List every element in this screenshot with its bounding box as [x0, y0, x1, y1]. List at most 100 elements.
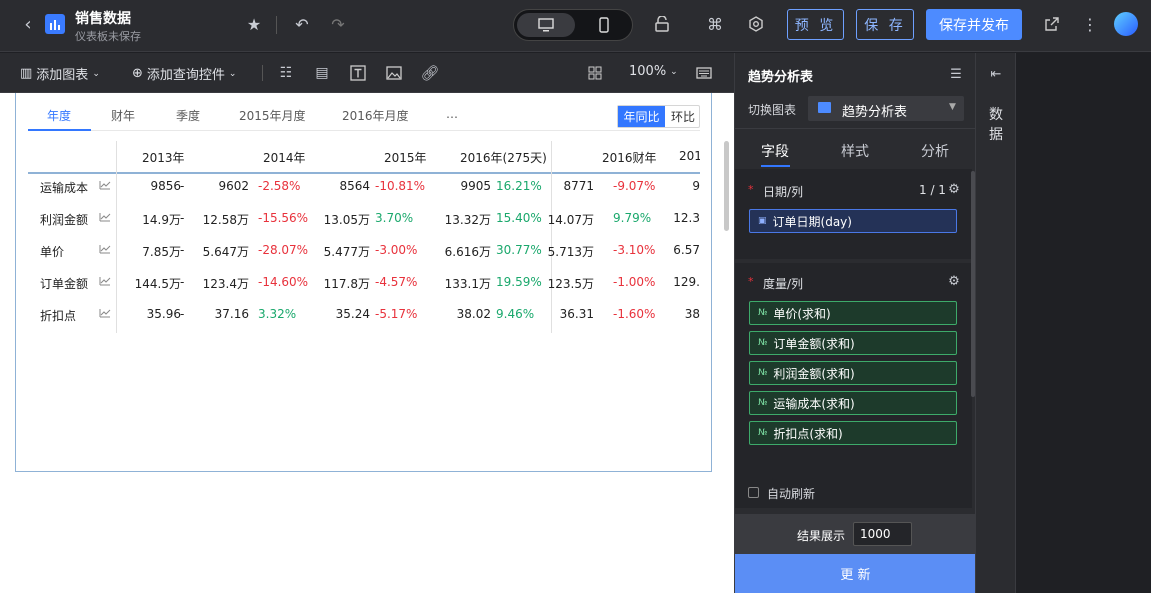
- value-cell: 5.477万: [323, 245, 370, 259]
- data-tab[interactable]: 数据: [989, 105, 1005, 145]
- add-chart-button[interactable]: ▥ 添加图表 ⌄: [20, 64, 100, 83]
- add-chart-label: 添加图表: [36, 68, 89, 83]
- active-tab-underline: [28, 129, 91, 131]
- value-cell: 38.02: [456, 307, 491, 321]
- tab-style[interactable]: 样式: [841, 141, 869, 161]
- column-header: 201: [679, 149, 700, 163]
- change-cell: 15.40%: [496, 211, 542, 225]
- mobile-view-button[interactable]: [578, 13, 630, 37]
- frozen-column-divider: [116, 141, 117, 333]
- measure-field-chip[interactable]: № 单价(求和): [749, 301, 957, 325]
- update-button[interactable]: 更 新: [735, 554, 976, 593]
- image-icon[interactable]: [384, 63, 404, 83]
- row-label: 利润金额: [40, 213, 89, 227]
- lock-icon[interactable]: [652, 14, 672, 34]
- collapse-panel-icon[interactable]: ☰: [947, 65, 965, 83]
- filter-control-icon[interactable]: ☷: [276, 63, 296, 83]
- trend-line-icon[interactable]: [99, 308, 111, 321]
- tab-more[interactable]: …: [446, 107, 458, 121]
- measure-field-chip[interactable]: № 订单金额(求和): [749, 331, 957, 355]
- add-query-control-button[interactable]: ⊕ 添加查询控件 ⌄: [132, 64, 236, 83]
- save-publish-button[interactable]: 保存并发布: [926, 9, 1022, 40]
- auto-refresh-label: 自动刷新: [767, 487, 816, 501]
- measure-field-chip[interactable]: № 利润金额(求和): [749, 361, 957, 385]
- tab-quarter[interactable]: 季度: [176, 107, 200, 124]
- date-settings-icon[interactable]: ⚙: [946, 181, 962, 197]
- value-cell: 8771: [563, 179, 594, 193]
- theme-icon[interactable]: ⌘: [705, 14, 725, 34]
- trend-line-icon[interactable]: [99, 244, 111, 257]
- chevron-down-icon: ⌄: [92, 68, 100, 79]
- zoom-select[interactable]: 100% ⌄: [629, 64, 678, 79]
- chart-type-select[interactable]: 趋势分析表 ▼: [808, 96, 964, 121]
- trend-line-icon[interactable]: [99, 180, 111, 193]
- value-cell: 14.9万: [142, 213, 181, 227]
- redo-icon[interactable]: ↷: [328, 14, 348, 34]
- desktop-view-button[interactable]: [517, 13, 575, 37]
- external-link-icon[interactable]: [1042, 14, 1062, 34]
- tab-2015-monthly[interactable]: 2015年月度: [239, 107, 306, 124]
- change-cell: 3.32%: [258, 307, 297, 321]
- star-icon[interactable]: ★: [244, 14, 264, 34]
- tab-fields[interactable]: 字段: [761, 141, 789, 161]
- trend-line-icon[interactable]: [99, 212, 111, 225]
- tab-component-icon[interactable]: ▤: [312, 63, 332, 83]
- value-cell: 5.647万: [202, 245, 249, 259]
- app-logo-icon: [45, 14, 65, 34]
- panel-title: 趋势分析表: [748, 70, 814, 85]
- no-change-cell: -: [180, 243, 185, 257]
- back-icon[interactable]: ‹: [18, 14, 38, 35]
- change-cell: -14.60%: [258, 275, 309, 289]
- outdent-icon[interactable]: ⇤: [987, 65, 1005, 83]
- value-cell: 37.16: [214, 307, 249, 321]
- result-count-input[interactable]: 1000: [853, 522, 912, 546]
- date-field-label: 订单日期(day): [772, 214, 852, 229]
- preview-button[interactable]: 预 览: [787, 9, 844, 40]
- result-label: 结果展示: [797, 529, 846, 543]
- change-cell: 9.46%: [496, 307, 535, 321]
- chevron-down-icon: ⌄: [228, 68, 237, 79]
- link-icon[interactable]: 🔗︎: [420, 63, 440, 83]
- page-subtitle: 仪表板未保存: [75, 30, 141, 43]
- mom-button[interactable]: 环比: [666, 106, 700, 127]
- save-button[interactable]: 保 存: [856, 9, 914, 40]
- tab-fiscal-year[interactable]: 财年: [111, 107, 135, 124]
- page-title: 销售数据: [75, 11, 131, 27]
- assistant-logo-icon[interactable]: [1114, 12, 1138, 36]
- date-field-chip[interactable]: ▣ 订单日期(day): [749, 209, 957, 233]
- tab-analysis[interactable]: 分析: [921, 141, 949, 161]
- measure-settings-icon[interactable]: ⚙: [946, 273, 962, 289]
- value-cell: 8564: [339, 179, 370, 193]
- numeric-type-icon: №: [758, 398, 768, 408]
- change-cell: 3.70%: [375, 211, 414, 225]
- text-icon[interactable]: [348, 63, 368, 83]
- value-cell: 9856: [150, 179, 181, 193]
- settings-icon[interactable]: [746, 14, 766, 34]
- yoy-button[interactable]: 年同比: [618, 106, 665, 127]
- trend-line-icon[interactable]: [99, 276, 111, 289]
- zoom-value: 100%: [629, 64, 667, 79]
- keyboard-icon[interactable]: [694, 63, 714, 83]
- measure-field-chip[interactable]: № 运输成本(求和): [749, 391, 957, 415]
- layout-grid-icon[interactable]: [585, 63, 605, 83]
- change-cell: -4.57%: [375, 275, 418, 289]
- more-icon[interactable]: ⋮: [1080, 14, 1100, 34]
- no-change-cell: -: [180, 275, 185, 289]
- change-cell: -1.60%: [613, 307, 656, 321]
- canvas-scrollbar[interactable]: [724, 141, 729, 231]
- active-tab-underline: [761, 165, 790, 167]
- undo-icon[interactable]: ↶: [292, 14, 312, 34]
- change-cell: 16.21%: [496, 179, 542, 193]
- change-cell: -9.07%: [613, 179, 656, 193]
- numeric-type-icon: №: [758, 368, 768, 378]
- caret-down-icon: ▼: [949, 102, 956, 112]
- tab-year[interactable]: 年度: [47, 107, 71, 124]
- measure-field-chip[interactable]: № 折扣点(求和): [749, 421, 957, 445]
- change-cell: -1.00%: [613, 275, 656, 289]
- change-cell: -5.17%: [375, 307, 418, 321]
- auto-refresh-checkbox[interactable]: [748, 487, 759, 498]
- date-count: 1 / 1: [919, 183, 946, 197]
- change-cell: -3.00%: [375, 243, 418, 257]
- tab-2016-monthly[interactable]: 2016年月度: [342, 107, 409, 124]
- measure-field-label: 利润金额(求和): [773, 366, 855, 381]
